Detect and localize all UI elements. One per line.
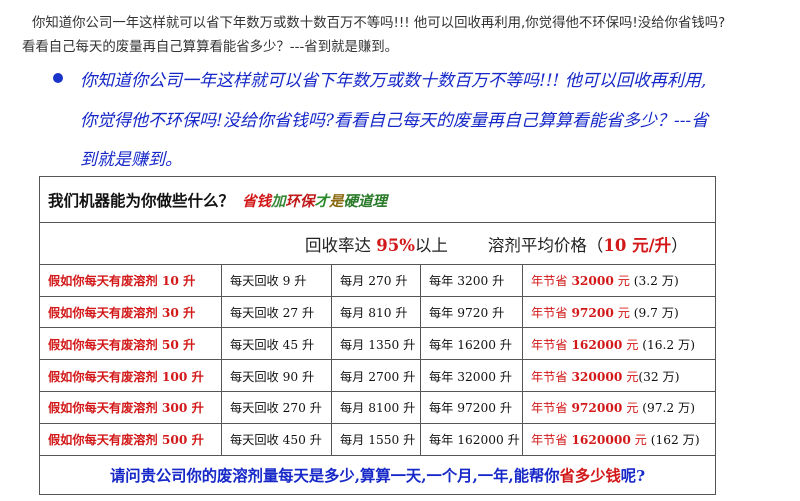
monthly-recovery-cell: 每月 1550 升 [331, 422, 421, 456]
slogan-part: 硬道理 [343, 192, 388, 210]
yearly-recovery-cell: 每年 162000 升 [420, 422, 523, 456]
bullet-dot-icon [53, 73, 63, 83]
savings-unit: 元 [613, 306, 634, 321]
table-footer-row: 请问贵公司你的废溶剂量每天是多少,算算一天,一个月,一年,能帮你省多少钱呢? [38, 454, 717, 496]
savings-lbl: 年节省 [531, 306, 572, 321]
table-row: 假如你每天有废溶剂 50 升每天回收 45 升每月 1350 升每年 16200… [39, 327, 717, 361]
yearly-recovery-cell: 每年 32000 升 [420, 359, 523, 393]
savings-amt: 162000 [571, 337, 623, 352]
savings-unit: 元 [613, 274, 634, 289]
daily-recovery-cell: 每天回收 450 升 [221, 422, 332, 456]
monthly-recovery-cell: 每月 2700 升 [331, 359, 421, 393]
recovery-rate-value: 95% [376, 235, 415, 255]
savings-unit: 元 [630, 433, 651, 448]
savings-lbl: 年节省 [531, 401, 572, 416]
savings-lbl: 年节省 [531, 274, 572, 289]
daily-recovery-cell: 每天回收 9 升 [221, 263, 332, 297]
savings-wan: (16.2 万) [642, 337, 695, 352]
table-rate-row: 回收率达 95%以上 溶剂平均价格（10 元/升） [38, 222, 717, 265]
slogan-part: 省钱 [242, 192, 272, 210]
recovery-rate-suffix: 以上 [414, 235, 448, 255]
monthly-recovery-cell: 每月 810 升 [331, 295, 421, 329]
monthly-recovery-cell: 每月 1350 升 [331, 327, 421, 361]
table-heading-row: 我们机器能为你做些什么？ 省钱加环保才是硬道理 [38, 175, 717, 224]
daily-recovery-cell: 每天回收 27 升 [221, 295, 332, 329]
price-label: 溶剂平均价格（ [487, 235, 604, 255]
bullet-text: 你知道你公司一年这样就可以省下年数万或数十数百万不等吗!!! 他可以回收再利用,… [80, 71, 709, 170]
waste-volume-cell: 假如你每天有废溶剂 100 升 [39, 359, 222, 393]
savings-unit: 元 [622, 401, 643, 416]
table-row: 假如你每天有废溶剂 100 升每天回收 90 升每月 2700 升每年 3200… [39, 359, 717, 393]
savings-amt: 97200 [571, 306, 614, 321]
slogan-part: 是 [329, 192, 344, 210]
savings-amt: 972000 [571, 401, 623, 416]
savings-wan: (9.7 万) [633, 306, 679, 321]
savings-lbl: 年节省 [531, 369, 572, 384]
recovery-rate-label: 回收率达 [305, 235, 377, 255]
slogan-part: 加 [271, 192, 286, 210]
savings-amt: 320000 [571, 369, 623, 384]
slogan-part: 才 [314, 192, 330, 210]
savings-table: 我们机器能为你做些什么？ 省钱加环保才是硬道理 回收率达 95%以上 溶剂平均价格（… [38, 175, 717, 496]
yearly-recovery-cell: 每年 3200 升 [420, 263, 523, 297]
yearly-recovery-cell: 每年 16200 升 [420, 327, 523, 361]
table-heading-cell: 我们机器能为你做些什么？ 省钱加环保才是硬道理 [38, 175, 717, 224]
savings-lbl: 年节省 [531, 433, 572, 448]
waste-volume-cell: 假如你每天有废溶剂 10 升 [39, 263, 222, 297]
monthly-recovery-cell: 每月 270 升 [331, 263, 421, 297]
annual-savings-cell: 年节省 32000 元 (3.2 万) [521, 263, 717, 297]
savings-wan: (32 万) [638, 369, 680, 384]
table-row: 假如你每天有废溶剂 30 升每天回收 27 升每月 810 升每年 9720 升… [39, 295, 717, 329]
waste-volume-cell: 假如你每天有废溶剂 500 升 [39, 422, 222, 456]
intro-paragraph: 你知道你公司一年这样就可以省下年数万或数十数百万不等吗!!! 他可以回收再利用,… [22, 12, 792, 60]
waste-volume-cell: 假如你每天有废溶剂 50 升 [39, 327, 222, 361]
yearly-recovery-cell: 每年 97200 升 [420, 391, 523, 424]
monthly-recovery-cell: 每月 8100 升 [331, 391, 421, 424]
price-suffix: ） [671, 235, 688, 255]
savings-unit: 元 [622, 369, 639, 384]
savings-amt: 32000 [571, 274, 614, 289]
footer-question-end: 呢? [620, 466, 646, 485]
recovery-rate-cell: 回收率达 95%以上 溶剂平均价格（10 元/升） [38, 222, 717, 265]
annual-savings-cell: 年节省 320000 元(32 万) [521, 359, 717, 393]
annual-savings-cell: 年节省 972000 元 (97.2 万) [521, 391, 717, 424]
daily-recovery-cell: 每天回收 270 升 [221, 391, 332, 424]
daily-recovery-cell: 每天回收 45 升 [221, 327, 332, 361]
yearly-recovery-cell: 每年 9720 升 [420, 295, 523, 329]
annual-savings-cell: 年节省 162000 元 (16.2 万) [521, 327, 717, 361]
table-row: 假如你每天有废溶剂 10 升每天回收 9 升每月 270 升每年 3200 升年… [39, 263, 717, 297]
price-value: 10 元/升 [603, 235, 672, 255]
daily-recovery-cell: 每天回收 90 升 [221, 359, 332, 393]
table-footer-cell: 请问贵公司你的废溶剂量每天是多少,算算一天,一个月,一年,能帮你省多少钱呢? [38, 454, 717, 496]
table-heading: 我们机器能为你做些什么？ [48, 190, 235, 210]
savings-wan: (162 万) [650, 433, 700, 448]
waste-volume-cell: 假如你每天有废溶剂 300 升 [39, 391, 222, 424]
savings-wan: (3.2 万) [633, 274, 679, 289]
slogan-part: 环保 [285, 192, 315, 210]
savings-lbl: 年节省 [531, 337, 572, 352]
annual-savings-cell: 年节省 97200 元 (9.7 万) [521, 295, 717, 329]
annual-savings-cell: 年节省 1620000 元 (162 万) [521, 422, 717, 456]
table-row: 假如你每天有废溶剂 300 升每天回收 270 升每月 8100 升每年 972… [39, 391, 717, 424]
savings-amt: 1620000 [571, 433, 631, 448]
footer-question: 请问贵公司你的废溶剂量每天是多少,算算一天,一个月,一年,能帮你 [109, 466, 560, 485]
waste-volume-cell: 假如你每天有废溶剂 30 升 [39, 295, 222, 329]
table-row: 假如你每天有废溶剂 500 升每天回收 450 升每月 1550 升每年 162… [39, 422, 717, 456]
intro-line-1: 你知道你公司一年这样就可以省下年数万或数十数百万不等吗!!! 他可以回收再利用,… [32, 16, 726, 31]
footer-highlight: 省多少钱 [559, 466, 621, 485]
slogan-badge: 省钱加环保才是硬道理 [240, 192, 389, 211]
intro-line-2: 看看自己每天的废量再自己算算看能省多少？---省到就是赚到。 [22, 40, 399, 55]
savings-unit: 元 [622, 337, 643, 352]
savings-wan: (97.2 万) [642, 401, 695, 416]
